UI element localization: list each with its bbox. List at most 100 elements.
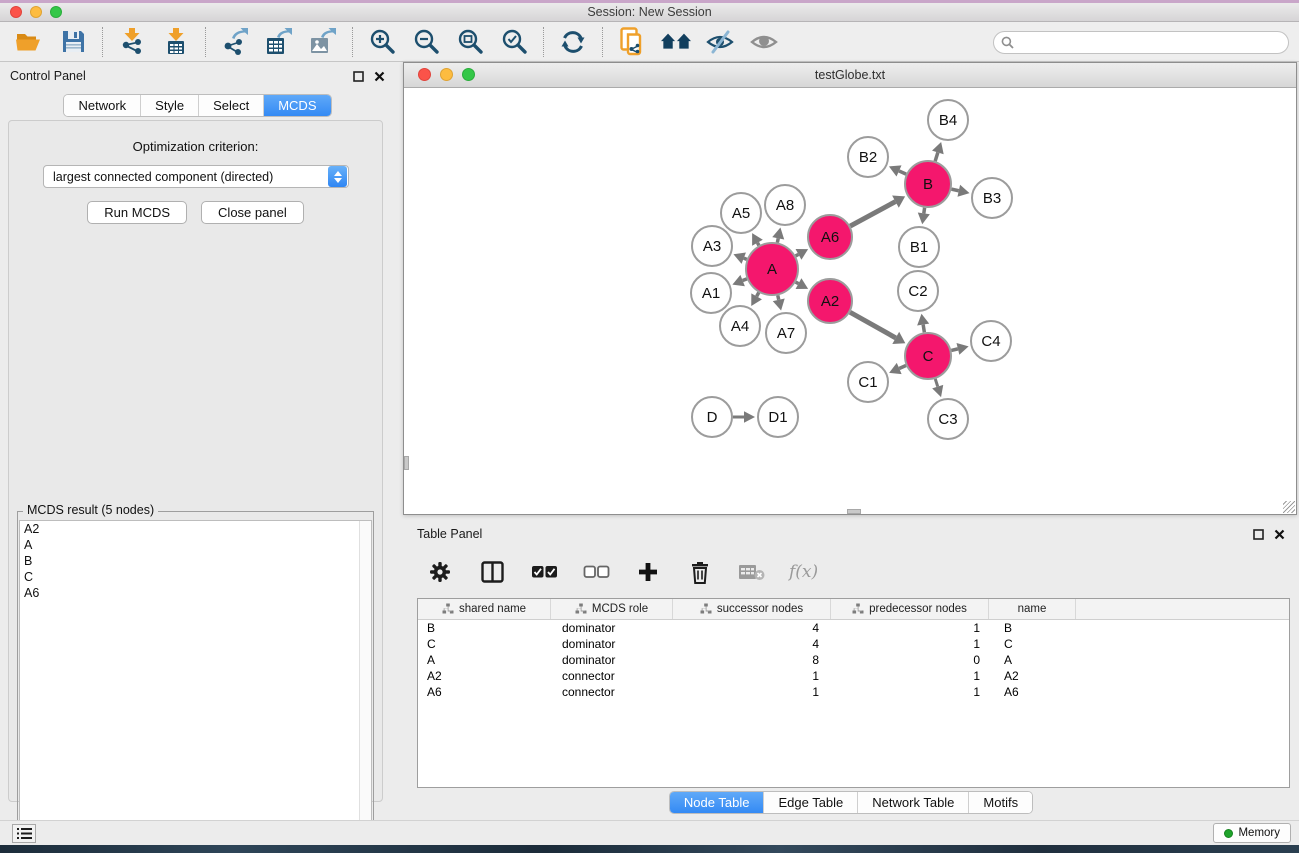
export-image-icon [309,28,337,55]
resize-grip[interactable] [1283,501,1295,513]
edge-C-C1[interactable] [899,366,906,369]
edge-A-A1[interactable] [743,279,747,281]
node-label-D1: D1 [768,409,787,426]
result-list-item[interactable]: A2 [20,521,371,537]
tab-network[interactable]: Network [64,95,140,116]
search-field[interactable] [993,31,1289,54]
column-header-MCDS-role[interactable]: MCDS role [551,599,673,619]
tab-mcds[interactable]: MCDS [263,95,330,116]
import-network-button[interactable] [117,27,147,57]
table-panel-title: Table Panel [417,527,482,541]
task-history-button[interactable] [12,824,36,843]
network-graph[interactable]: B4B2BB3A8A5A6A3B1AC2A1A2A4A7C4CC1DD1C3 [404,88,1296,514]
network-close-button[interactable] [418,68,431,81]
table-row[interactable]: A2connector11A2 [418,668,1289,684]
close-window-button[interactable] [10,6,22,18]
open-session-button[interactable] [14,27,44,57]
node-table[interactable]: shared nameMCDS rolesuccessor nodesprede… [417,598,1290,788]
save-session-button[interactable] [58,27,88,57]
tab-motifs[interactable]: Motifs [968,792,1032,813]
zoom-in-icon [369,28,396,55]
memory-button[interactable]: Memory [1213,823,1291,843]
run-mcds-button[interactable]: Run MCDS [87,201,187,224]
float-panel-icon[interactable] [353,71,364,82]
table-row[interactable]: Bdominator41B [418,620,1289,636]
criterion-dropdown[interactable]: largest connected component (directed) [43,165,349,188]
edge-B-B1[interactable] [924,208,925,214]
copy-network-button[interactable] [617,27,647,57]
show-columns-button[interactable] [477,557,507,587]
close-panel-icon[interactable] [1274,529,1285,540]
tab-select[interactable]: Select [198,95,263,116]
minimize-window-button[interactable] [30,6,42,18]
edge-A-A7[interactable] [778,295,779,299]
column-header-successor-nodes[interactable]: successor nodes [673,599,831,619]
memory-label: Memory [1238,827,1280,839]
edge-A2-C[interactable] [850,312,896,338]
deselect-all-button[interactable] [581,557,611,587]
canvas-hscroll-thumb[interactable] [847,509,861,514]
result-list-item[interactable]: C [20,569,371,585]
canvas-vscroll-thumb[interactable] [404,456,409,470]
edge-A-A3[interactable] [744,258,747,259]
edge-B-B4[interactable] [935,152,938,161]
edge-A-A8[interactable] [777,238,778,242]
network-canvas[interactable]: B4B2BB3A8A5A6A3B1AC2A1A2A4A7C4CC1DD1C3 [404,88,1296,514]
result-list-item[interactable]: A6 [20,585,371,601]
zoom-window-button[interactable] [50,6,62,18]
edge-A-A5[interactable] [757,243,758,246]
network-minimize-button[interactable] [440,68,453,81]
import-table-button[interactable] [161,27,191,57]
zoom-out-button[interactable] [411,27,441,57]
mcds-result-groupbox: MCDS result (5 nodes) A2ABCA6 [17,511,374,849]
tab-network-table[interactable]: Network Table [857,792,968,813]
tab-node-table[interactable]: Node Table [670,792,764,813]
edge-A-A4[interactable] [757,293,759,297]
table-body: Bdominator41BCdominator41CAdominator80AA… [418,620,1289,700]
refresh-button[interactable] [558,27,588,57]
edge-A-A6[interactable] [796,254,799,256]
close-panel-icon[interactable] [374,71,385,82]
close-panel-button[interactable]: Close panel [201,201,304,224]
table-row[interactable]: A6connector11A6 [418,684,1289,700]
node-label-A7: A7 [777,325,795,342]
delete-table-button[interactable] [737,557,767,587]
select-all-button[interactable] [529,557,559,587]
hide-graphics-button[interactable] [705,27,735,57]
export-table-button[interactable] [264,27,294,57]
column-header-shared-name[interactable]: shared name [418,599,551,619]
eye-slash-icon [706,30,734,54]
result-list-item[interactable]: B [20,553,371,569]
column-header-predecessor-nodes[interactable]: predecessor nodes [831,599,989,619]
home-views-button[interactable] [661,27,691,57]
show-graphics-button[interactable] [749,27,779,57]
export-image-button[interactable] [308,27,338,57]
table-row[interactable]: Cdominator41C [418,636,1289,652]
edge-A-A2[interactable] [796,282,799,284]
tab-style[interactable]: Style [140,95,198,116]
float-panel-icon[interactable] [1253,529,1264,540]
column-header-name[interactable]: name [989,599,1076,619]
edge-C-C4[interactable] [951,349,958,351]
function-builder-button[interactable]: f(x) [789,562,818,582]
edge-B-B3[interactable] [951,189,958,191]
zoom-fit-button[interactable] [455,27,485,57]
edge-C-C2[interactable] [923,325,924,333]
delete-column-button[interactable] [685,557,715,587]
result-list-scrollbar[interactable] [359,521,371,846]
table-row[interactable]: Adominator80A [418,652,1289,668]
add-column-button[interactable] [633,557,663,587]
search-input[interactable] [1014,33,1288,52]
edge-C-C3[interactable] [935,379,937,387]
edge-B-B2[interactable] [899,171,906,174]
zoom-in-button[interactable] [367,27,397,57]
tab-edge-table[interactable]: Edge Table [763,792,857,813]
table-settings-button[interactable] [425,557,455,587]
network-window-titlebar[interactable]: testGlobe.txt [404,63,1296,88]
edge-A6-B[interactable] [850,202,895,226]
zoom-selected-button[interactable] [499,27,529,57]
export-network-button[interactable] [220,27,250,57]
mcds-result-list[interactable]: A2ABCA6 [19,520,372,847]
result-list-item[interactable]: A [20,537,371,553]
network-zoom-button[interactable] [462,68,475,81]
